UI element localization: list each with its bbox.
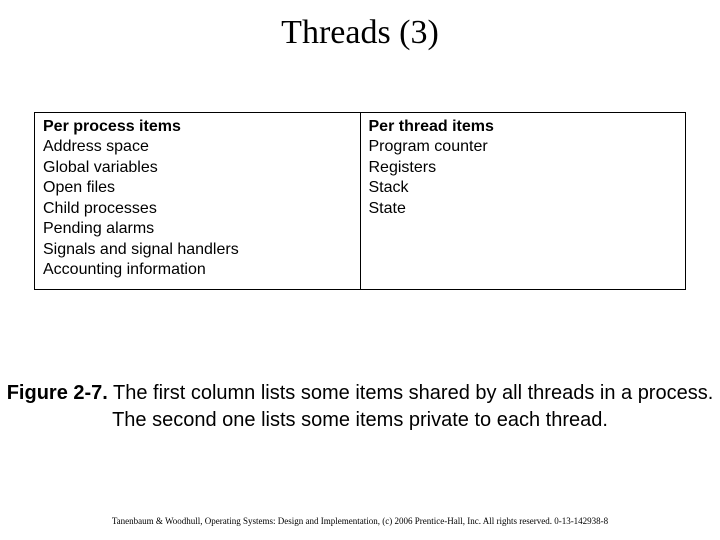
slide-title: Threads (3) <box>0 0 720 62</box>
col2-cell: Per thread items Program counter Registe… <box>360 113 686 290</box>
col2-item: Registers <box>369 158 678 178</box>
figure-caption-text: The first column lists some items shared… <box>108 382 713 431</box>
figure-label: Figure 2-7. <box>7 382 108 404</box>
col1-item: Accounting information <box>43 260 352 280</box>
col1-item: Global variables <box>43 158 352 178</box>
col1-item: Signals and signal handlers <box>43 240 352 260</box>
table-row: Per process items Address space Global v… <box>35 113 686 290</box>
col2-item: Program counter <box>369 137 678 157</box>
col1-item: Address space <box>43 137 352 157</box>
col1-item: Open files <box>43 178 352 198</box>
table-container: Per process items Address space Global v… <box>34 112 686 290</box>
footer-text: Tanenbaum & Woodhull, Operating Systems:… <box>0 516 720 526</box>
col2-header: Per thread items <box>369 117 678 137</box>
col1-cell: Per process items Address space Global v… <box>35 113 361 290</box>
items-table: Per process items Address space Global v… <box>34 112 686 290</box>
col1-header: Per process items <box>43 117 352 137</box>
figure-caption: Figure 2-7. The first column lists some … <box>4 380 716 434</box>
col2-item: Stack <box>369 178 678 198</box>
col2-item: State <box>369 199 678 219</box>
col1-item: Pending alarms <box>43 219 352 239</box>
col1-item: Child processes <box>43 199 352 219</box>
